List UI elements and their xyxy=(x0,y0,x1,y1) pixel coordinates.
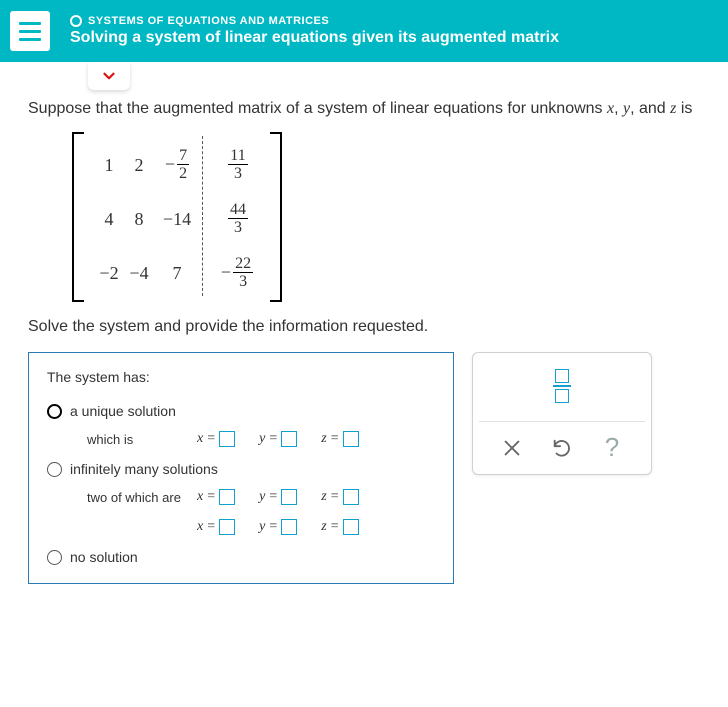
matrix-cell: 1 xyxy=(105,155,114,176)
fraction-icon xyxy=(555,389,569,403)
undo-icon xyxy=(551,437,573,459)
help-button[interactable]: ? xyxy=(598,434,626,462)
matrix-cell: − 223 xyxy=(221,256,253,290)
radio-infinite-solutions[interactable]: infinitely many solutions xyxy=(47,461,435,477)
input-inf2-y[interactable] xyxy=(281,519,297,535)
menu-bar-icon xyxy=(19,38,41,41)
radio-icon xyxy=(47,462,62,477)
breadcrumb: SYSTEMS OF EQUATIONS AND MATRICES xyxy=(88,15,329,27)
radio-label: no solution xyxy=(70,549,138,565)
fraction-icon xyxy=(553,385,571,387)
matrix-cell: 2 xyxy=(135,155,144,176)
menu-bar-icon xyxy=(19,30,41,33)
input-inf2-z[interactable] xyxy=(343,519,359,535)
matrix-cell: −4 xyxy=(129,263,148,284)
chevron-down-icon xyxy=(100,67,118,85)
fraction-tool-button[interactable] xyxy=(545,365,579,407)
input-inf1-x[interactable] xyxy=(219,489,235,505)
matrix-cell: 8 xyxy=(135,209,144,230)
answer-heading: The system has: xyxy=(47,369,435,385)
augmented-matrix: 1 2 − 72 113 4 8 −14 xyxy=(72,132,282,302)
page-title: Solving a system of linear equations giv… xyxy=(70,29,559,47)
matrix-cell: 4 xyxy=(105,209,114,230)
input-unique-z[interactable] xyxy=(343,431,359,447)
matrix-cell: 113 xyxy=(226,148,247,182)
intro-text: Suppose that the augmented matrix of a s… xyxy=(28,100,710,118)
reset-button[interactable] xyxy=(548,434,576,462)
input-unique-y[interactable] xyxy=(281,431,297,447)
matrix-cell: −14 xyxy=(163,209,191,230)
clear-button[interactable] xyxy=(498,434,526,462)
answer-box: The system has: a unique solution which … xyxy=(28,352,454,584)
radio-label: a unique solution xyxy=(70,403,176,419)
x-icon xyxy=(501,437,523,459)
expand-toggle[interactable] xyxy=(88,62,130,90)
radio-unique-solution[interactable]: a unique solution xyxy=(47,403,435,419)
input-inf1-y[interactable] xyxy=(281,489,297,505)
radio-label: infinitely many solutions xyxy=(70,461,218,477)
input-inf2-x[interactable] xyxy=(219,519,235,535)
input-inf1-z[interactable] xyxy=(343,489,359,505)
radio-no-solution[interactable]: no solution xyxy=(47,549,435,565)
sub-label-which-is: which is xyxy=(87,432,187,447)
radio-icon xyxy=(47,550,62,565)
help-icon: ? xyxy=(605,432,619,463)
tool-panel: ? xyxy=(472,352,652,475)
radio-icon xyxy=(47,404,62,419)
matrix-cell: −2 xyxy=(99,263,118,284)
matrix-cell: 443 xyxy=(226,202,248,236)
fraction-icon xyxy=(555,369,569,383)
sub-label-two-of-which: two of which are xyxy=(87,490,187,505)
matrix-cell: 7 xyxy=(173,263,182,284)
menu-bar-icon xyxy=(19,22,41,25)
input-unique-x[interactable] xyxy=(219,431,235,447)
instruction-text: Solve the system and provide the informa… xyxy=(28,318,710,336)
menu-button[interactable] xyxy=(10,11,50,51)
breadcrumb-icon xyxy=(70,15,82,27)
matrix-cell: − 72 xyxy=(165,148,189,182)
